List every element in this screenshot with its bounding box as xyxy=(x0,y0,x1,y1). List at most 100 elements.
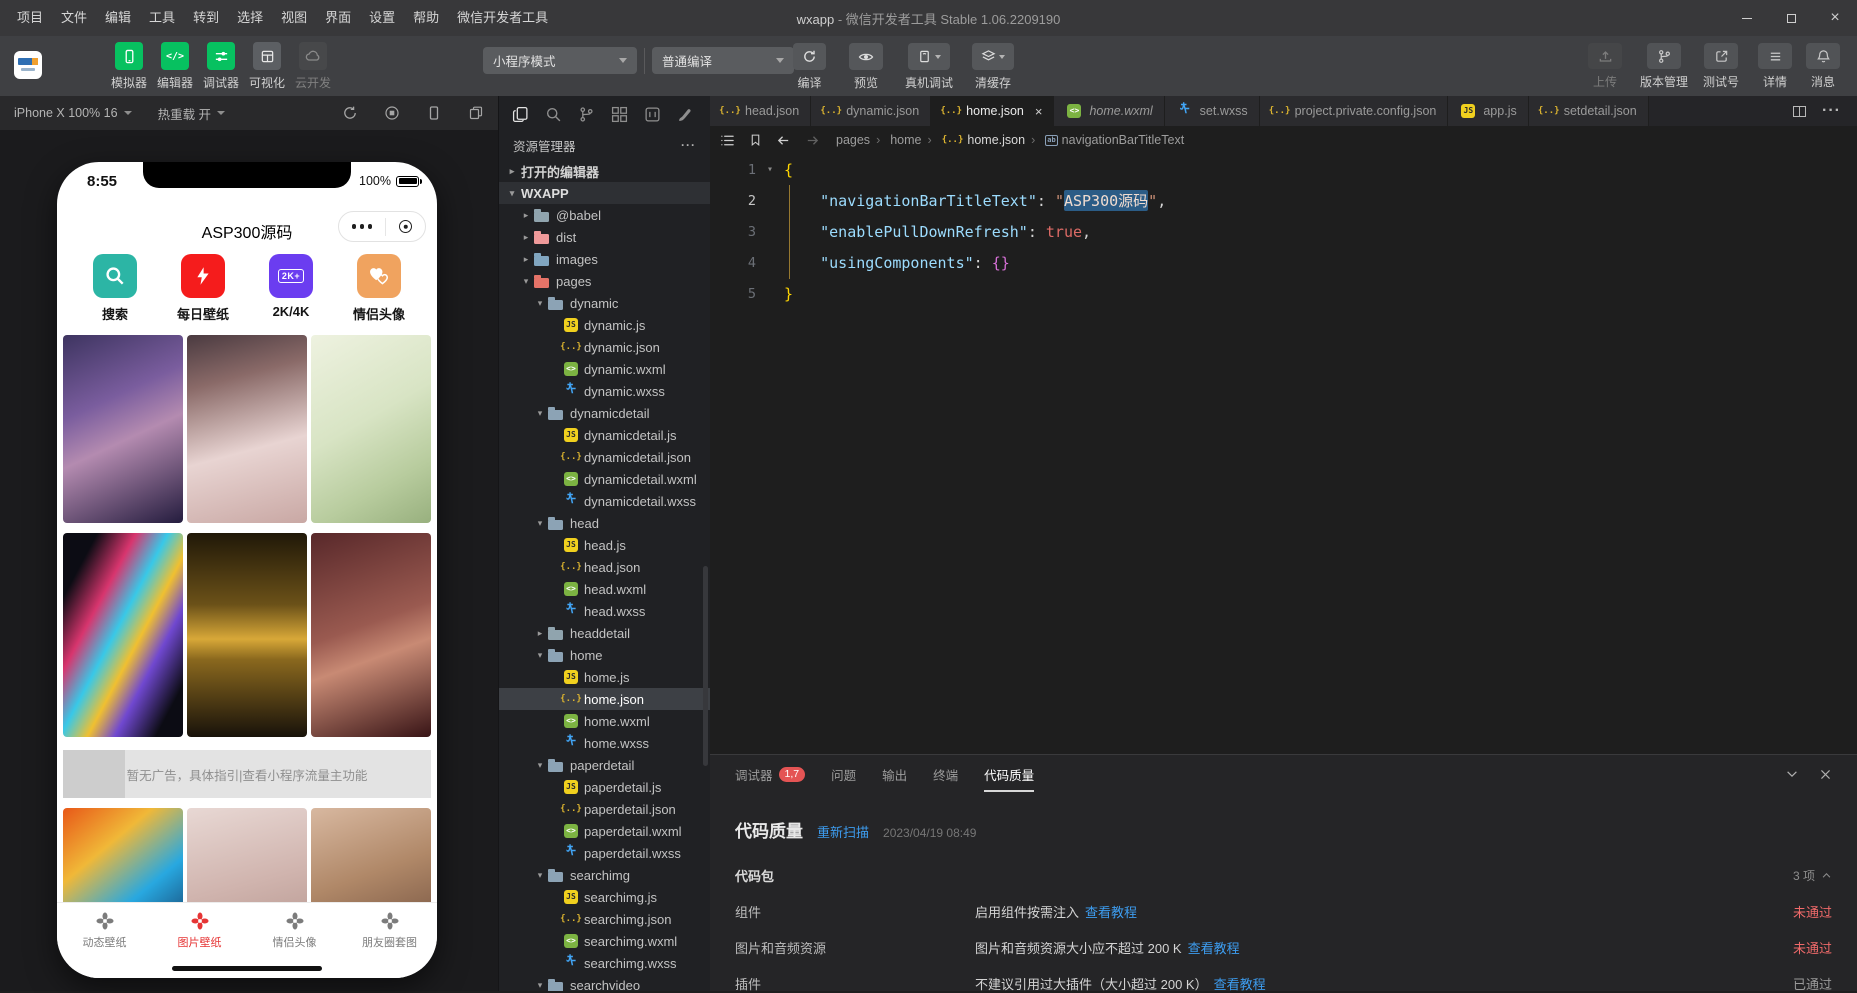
panel-tab[interactable]: 调试器 1,7 xyxy=(735,765,805,784)
debugger-toggle-button[interactable]: 调试器 xyxy=(199,42,243,91)
tutorial-link[interactable]: 查看教程 xyxy=(1085,902,1137,921)
tree-item[interactable]: home.wxml xyxy=(499,710,710,732)
details-button[interactable]: 详情 xyxy=(1758,43,1792,90)
tree-item[interactable]: dynamicdetail xyxy=(499,402,710,424)
tree-item[interactable]: pages xyxy=(499,270,710,292)
menu-item[interactable]: 转到 xyxy=(184,0,228,36)
tree-item[interactable]: dynamic.wxss xyxy=(499,380,710,402)
remote-debug-button[interactable]: 真机调试 xyxy=(905,43,953,91)
search-icon[interactable] xyxy=(545,106,562,123)
code-lines[interactable]: 1▾{2 "navigationBarTitleText": "ASP300源码… xyxy=(710,154,1843,754)
menu-item[interactable]: 选择 xyxy=(228,0,272,36)
tree-item[interactable]: head.wxml xyxy=(499,578,710,600)
menu-item[interactable]: 文件 xyxy=(52,0,96,36)
rescan-link[interactable]: 重新扫描 xyxy=(817,822,869,841)
tree-item[interactable]: dynamic.js xyxy=(499,314,710,336)
tree-item[interactable]: dynamic.wxml xyxy=(499,358,710,380)
tabbar-item[interactable]: 朋友圈套图 xyxy=(354,911,426,950)
editor-more-icon[interactable]: ··· xyxy=(1822,102,1841,120)
more-actions-icon[interactable]: ··· xyxy=(681,138,696,152)
tree-item[interactable]: dynamicdetail.js xyxy=(499,424,710,446)
tabbar-item[interactable]: 图片壁纸 xyxy=(164,911,236,950)
quick-action-couple-avatar[interactable]: 情侣头像 xyxy=(347,254,411,323)
git-icon[interactable] xyxy=(578,106,595,123)
device-select[interactable]: iPhone X 100% 16 xyxy=(14,106,132,120)
tree-item[interactable]: searchimg.wxml xyxy=(499,930,710,952)
clear-cache-button[interactable]: 清缓存 xyxy=(972,43,1014,91)
tabbar-item[interactable]: 动态壁纸 xyxy=(69,911,141,950)
visualizer-toggle-button[interactable]: 可视化 xyxy=(245,42,289,91)
hot-reload-select[interactable]: 热重载 开 xyxy=(158,104,225,123)
tree-item[interactable]: head.js xyxy=(499,534,710,556)
tree-item[interactable]: home.js xyxy=(499,666,710,688)
breadcrumb-item[interactable]: pages xyxy=(836,133,870,147)
wallpaper-thumbnail[interactable] xyxy=(187,335,307,523)
menu-item[interactable]: 设置 xyxy=(360,0,404,36)
quick-action-daily-wallpaper[interactable]: 每日壁纸 xyxy=(171,254,235,323)
tree-item[interactable]: searchimg.js xyxy=(499,886,710,908)
breadcrumb-item[interactable]: home xyxy=(870,133,921,147)
minimize-button[interactable] xyxy=(1725,0,1769,36)
panel-tab[interactable]: 问题 xyxy=(831,765,856,784)
tree-item[interactable]: searchvideo xyxy=(499,974,710,991)
editor-tab[interactable]: setdetail.json × xyxy=(1529,96,1649,126)
wallpaper-thumbnail[interactable] xyxy=(63,533,183,737)
tree-item[interactable]: images xyxy=(499,248,710,270)
split-editor-icon[interactable] xyxy=(1793,106,1806,117)
close-tab-icon[interactable]: × xyxy=(1035,104,1043,119)
quick-action-search[interactable]: 搜索 xyxy=(83,254,147,323)
wallpaper-thumbnail[interactable] xyxy=(311,533,431,737)
wallpaper-thumbnail[interactable] xyxy=(311,335,431,523)
menu-item[interactable]: 编辑 xyxy=(96,0,140,36)
tree-item[interactable]: searchimg.json xyxy=(499,908,710,930)
menu-item[interactable]: 界面 xyxy=(316,0,360,36)
collapse-panel-icon[interactable] xyxy=(1785,767,1799,781)
user-avatar[interactable] xyxy=(14,51,42,79)
menu-item[interactable]: 项目 xyxy=(8,0,52,36)
editor-tab[interactable]: home.json × xyxy=(931,96,1054,126)
close-button[interactable]: × xyxy=(1813,0,1857,36)
menu-item[interactable]: 微信开发者工具 xyxy=(448,0,557,36)
breadcrumb-item[interactable]: home.json xyxy=(922,133,1026,147)
exit-target-icon[interactable] xyxy=(399,220,412,233)
panel-tab[interactable]: 终端 xyxy=(933,765,958,784)
compile-mode-select[interactable]: 普通编译 xyxy=(652,47,794,74)
panel-tab[interactable]: 输出 xyxy=(882,765,907,784)
version-control-button[interactable]: 版本管理 xyxy=(1640,43,1688,90)
back-arrow-icon[interactable] xyxy=(776,133,791,148)
simulator-toggle-button[interactable]: 模拟器 xyxy=(107,42,151,91)
collapse-section-icon[interactable] xyxy=(1821,870,1832,881)
editor-tab[interactable]: app.js × xyxy=(1448,96,1528,126)
theme-brush-icon[interactable] xyxy=(677,106,694,123)
bookmark-icon[interactable] xyxy=(749,133,762,147)
tree-item[interactable]: 打开的编辑器 xyxy=(499,160,710,182)
tree-item[interactable]: searchimg xyxy=(499,864,710,886)
compile-button[interactable]: 编译 xyxy=(793,43,826,91)
wallpaper-thumbnail[interactable] xyxy=(63,335,183,523)
tree-item[interactable]: dynamic xyxy=(499,292,710,314)
panel-tab[interactable]: 代码质量 xyxy=(984,765,1034,784)
quick-action-2k4k[interactable]: 2K+ 2K/4K xyxy=(259,254,323,323)
maximize-button[interactable] xyxy=(1769,0,1813,36)
upload-button[interactable]: 上传 xyxy=(1588,43,1622,90)
files-icon[interactable] xyxy=(512,106,529,123)
tree-item[interactable]: head.json xyxy=(499,556,710,578)
tree-item[interactable]: paperdetail.json xyxy=(499,798,710,820)
tree-item[interactable]: paperdetail.wxml xyxy=(499,820,710,842)
tree-item[interactable]: dist xyxy=(499,226,710,248)
cloud-dev-toggle-button[interactable]: 云开发 xyxy=(291,42,335,91)
tree-item[interactable]: home.json xyxy=(499,688,710,710)
tree-item[interactable]: home xyxy=(499,644,710,666)
editor-toggle-button[interactable]: </> 编辑器 xyxy=(153,42,197,91)
editor-tab[interactable]: project.private.config.json × xyxy=(1260,96,1449,126)
editor-tab[interactable]: set.wxss × xyxy=(1165,96,1260,126)
snippet-icon[interactable] xyxy=(644,106,661,123)
tree-item[interactable]: dynamicdetail.json xyxy=(499,446,710,468)
record-stop-icon[interactable] xyxy=(384,105,400,121)
forward-arrow-icon[interactable] xyxy=(805,133,820,148)
tree-item[interactable]: dynamicdetail.wxml xyxy=(499,468,710,490)
editor-tab[interactable]: dynamic.json × xyxy=(811,96,931,126)
tutorial-link[interactable]: 查看教程 xyxy=(1214,974,1266,993)
breadcrumb-item[interactable]: navigationBarTitleText xyxy=(1025,133,1184,147)
close-panel-icon[interactable] xyxy=(1819,768,1832,781)
